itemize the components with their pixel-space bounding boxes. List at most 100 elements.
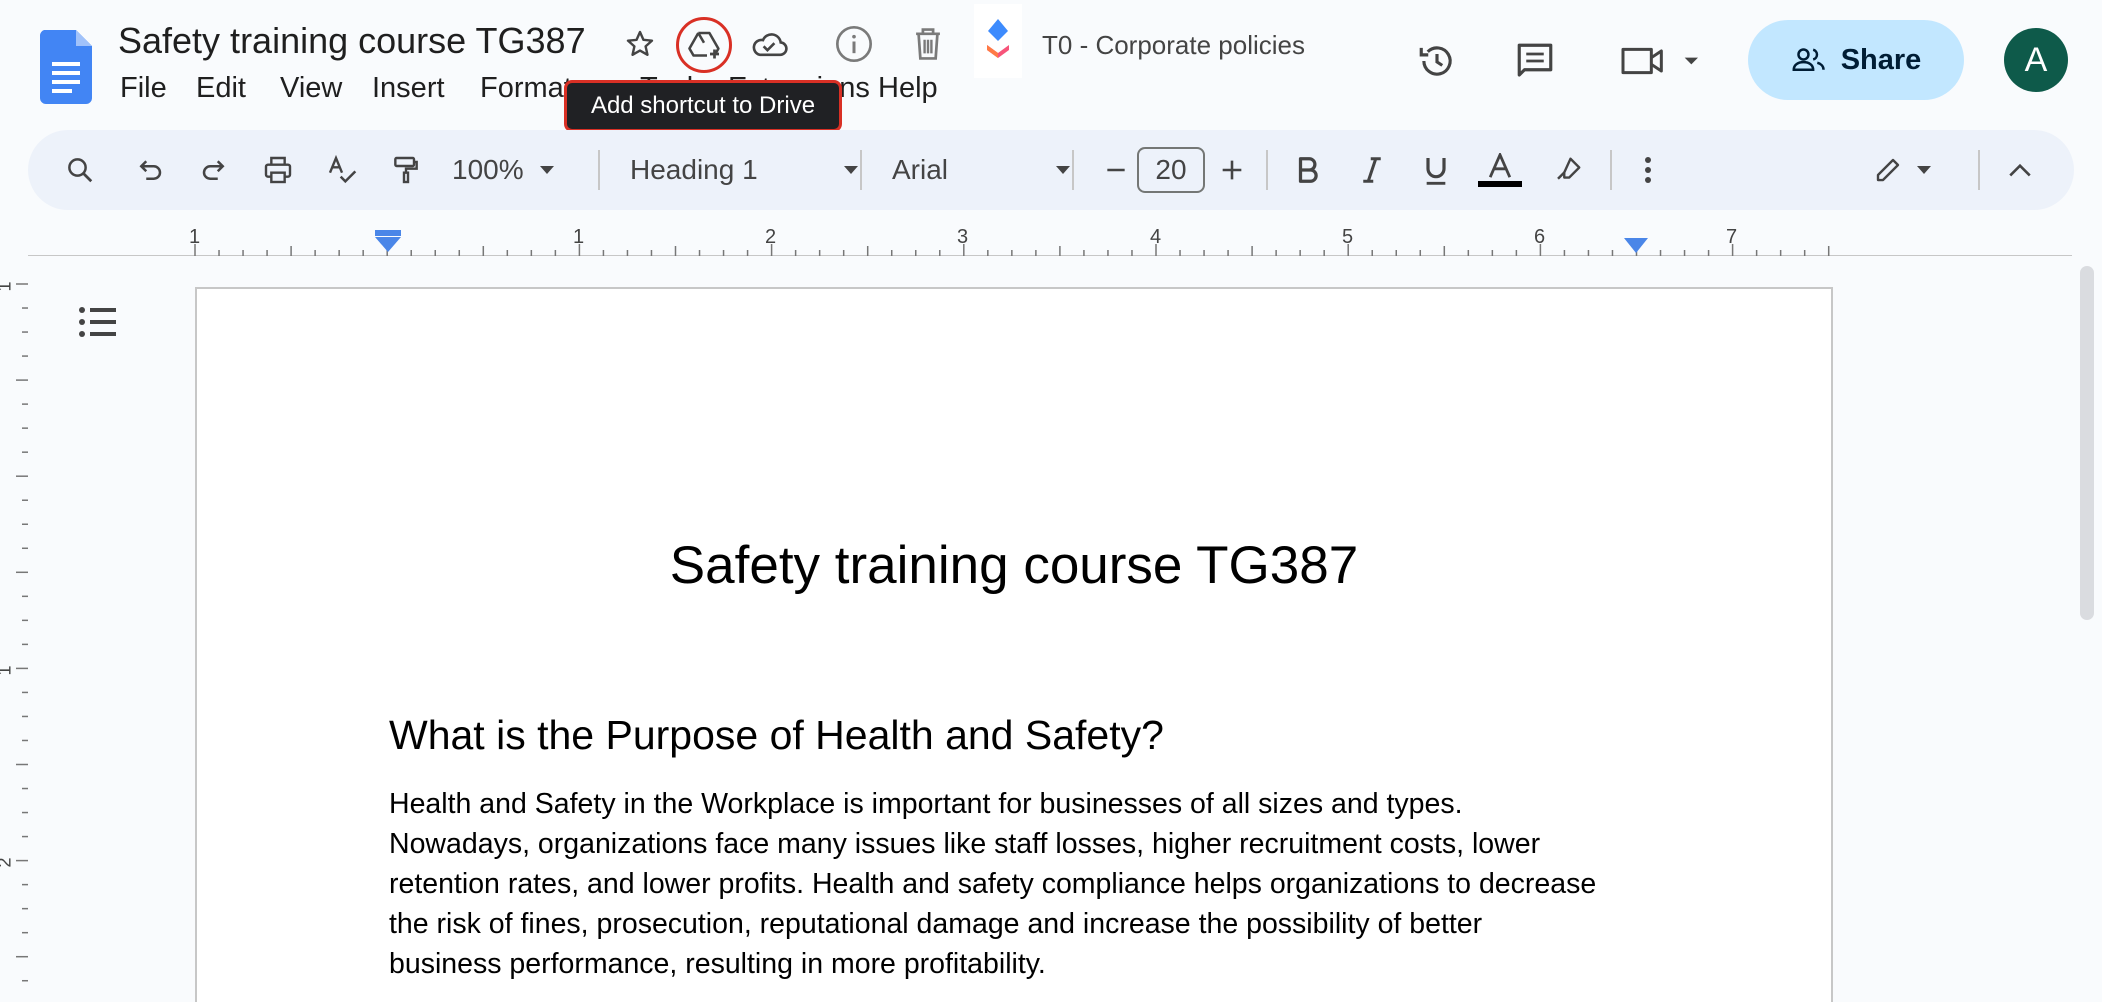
ruler-number: 1	[0, 665, 16, 675]
bold-icon	[1295, 155, 1321, 185]
pencil-icon	[1873, 155, 1903, 185]
comments-icon[interactable]	[1510, 36, 1560, 86]
account-avatar[interactable]: A	[2004, 28, 2068, 92]
ruler-number: 3	[957, 226, 969, 248]
document-heading[interactable]: What is the Purpose of Health and Safety…	[389, 712, 1164, 759]
print-button[interactable]	[256, 130, 300, 210]
ruler-number: 2	[0, 857, 16, 867]
underline-icon	[1422, 154, 1450, 186]
ruler-number: 1	[573, 226, 585, 248]
clickup-extension-icon[interactable]	[974, 4, 1022, 78]
people-icon	[1791, 45, 1827, 75]
italic-button[interactable]	[1350, 130, 1394, 210]
increase-font-size-button[interactable]	[1212, 130, 1252, 210]
font-size-input[interactable]: 20	[1136, 130, 1206, 210]
ruler-number: 1	[0, 281, 16, 291]
toolbar-divider	[598, 150, 600, 190]
paragraph-style-select[interactable]: Heading 1	[630, 130, 860, 210]
search-icon	[65, 155, 95, 185]
font-size-value: 20	[1155, 154, 1187, 185]
paint-format-icon	[390, 154, 422, 186]
version-history-icon[interactable]	[1412, 36, 1462, 86]
bold-button[interactable]	[1286, 130, 1330, 210]
menu-help[interactable]: Help	[878, 72, 938, 105]
docs-logo-icon[interactable]	[40, 30, 92, 104]
editing-mode-button[interactable]	[1858, 130, 1948, 210]
undo-icon	[135, 155, 165, 185]
more-options-button[interactable]	[1628, 130, 1668, 210]
toolbar-divider	[860, 150, 862, 190]
vertical-scrollbar[interactable]	[2080, 266, 2094, 620]
highlight-color-button[interactable]	[1546, 130, 1590, 210]
text-color-swatch	[1478, 181, 1522, 187]
document-title[interactable]: Safety training course TG387	[195, 535, 1833, 596]
toolbar-divider	[1266, 150, 1268, 190]
right-indent-marker[interactable]	[1624, 238, 1648, 254]
cloud-saved-icon[interactable]	[746, 24, 792, 64]
left-indent-marker[interactable]	[374, 230, 402, 254]
body-line[interactable]: Health and Safety in the Workplace is im…	[389, 784, 1649, 824]
share-button-label: Share	[1840, 43, 1922, 76]
trash-icon[interactable]	[906, 22, 950, 66]
redo-button[interactable]	[192, 130, 236, 210]
body-line[interactable]: business performance, resulting in more …	[389, 944, 1649, 984]
horizontal-ruler[interactable]	[0, 222, 2102, 256]
highlighter-icon	[1553, 155, 1583, 185]
font-size-box: 20	[1137, 147, 1205, 193]
ruler-number: 7	[1726, 226, 1738, 248]
menu-view[interactable]: View	[280, 72, 342, 105]
tooltip-text: Add shortcut to Drive	[590, 92, 816, 119]
add-shortcut-to-drive-icon[interactable]	[676, 17, 732, 73]
menu-edit[interactable]: Edit	[196, 72, 246, 105]
undo-button[interactable]	[128, 130, 172, 210]
font-value: Arial	[892, 154, 949, 185]
menu-format[interactable]: Format	[480, 72, 572, 105]
chevron-down-icon	[1054, 164, 1072, 176]
text-color-button[interactable]	[1476, 130, 1524, 210]
search-menus-button[interactable]	[58, 130, 102, 210]
ruler-number: 4	[1150, 226, 1162, 248]
body-line[interactable]: the risk of fines, prosecution, reputati…	[389, 904, 1649, 944]
spelling-grammar-button[interactable]	[320, 130, 364, 210]
ruler-number: 6	[1534, 226, 1546, 248]
chevron-down-icon	[1915, 164, 1933, 176]
font-select[interactable]: Arial	[892, 130, 1072, 210]
chevron-down-icon	[538, 164, 556, 176]
minus-icon	[1103, 157, 1129, 183]
avatar-letter: A	[2024, 40, 2048, 79]
body-line[interactable]: retention rates, and lower profits. Heal…	[389, 864, 1649, 904]
editing-toolbar: 100% Heading 1 Arial 20	[28, 130, 2074, 210]
redo-icon	[199, 155, 229, 185]
italic-icon	[1359, 155, 1385, 185]
hide-menus-button[interactable]	[1998, 130, 2042, 210]
underline-button[interactable]	[1414, 130, 1458, 210]
vertical-ruler[interactable]	[0, 270, 28, 1002]
star-icon[interactable]	[620, 24, 660, 64]
zoom-select[interactable]: 100%	[452, 130, 608, 210]
folder-location-label[interactable]: T0 - Corporate policies	[1042, 30, 1305, 61]
chevron-up-icon	[2007, 161, 2033, 179]
toolbar-divider	[1978, 150, 1980, 190]
ruler-number: 5	[1342, 226, 1354, 248]
document-title-field[interactable]: Safety training course TG387	[118, 20, 586, 62]
share-button[interactable]: Share	[1748, 20, 1964, 100]
toolbar-divider	[1610, 150, 1612, 190]
print-icon	[262, 154, 294, 186]
toolbar-divider	[1072, 150, 1074, 190]
document-outline-icon[interactable]	[76, 302, 120, 342]
text-color-icon	[1486, 153, 1514, 179]
ruler-number: 2	[765, 226, 777, 248]
menu-file[interactable]: File	[120, 72, 167, 105]
meet-video-icon[interactable]	[1618, 36, 1708, 86]
body-line[interactable]: Nowadays, organizations face many issues…	[389, 824, 1649, 864]
more-vert-icon	[1644, 156, 1652, 184]
paint-format-button[interactable]	[384, 130, 428, 210]
menu-insert[interactable]: Insert	[372, 72, 445, 105]
details-info-icon[interactable]	[832, 22, 876, 66]
chevron-down-icon	[842, 164, 860, 176]
ruler-number: 1	[189, 226, 201, 248]
decrease-font-size-button[interactable]	[1096, 130, 1136, 210]
paragraph-style-value: Heading 1	[630, 154, 758, 185]
plus-icon	[1218, 156, 1246, 184]
spellcheck-icon	[326, 154, 358, 186]
